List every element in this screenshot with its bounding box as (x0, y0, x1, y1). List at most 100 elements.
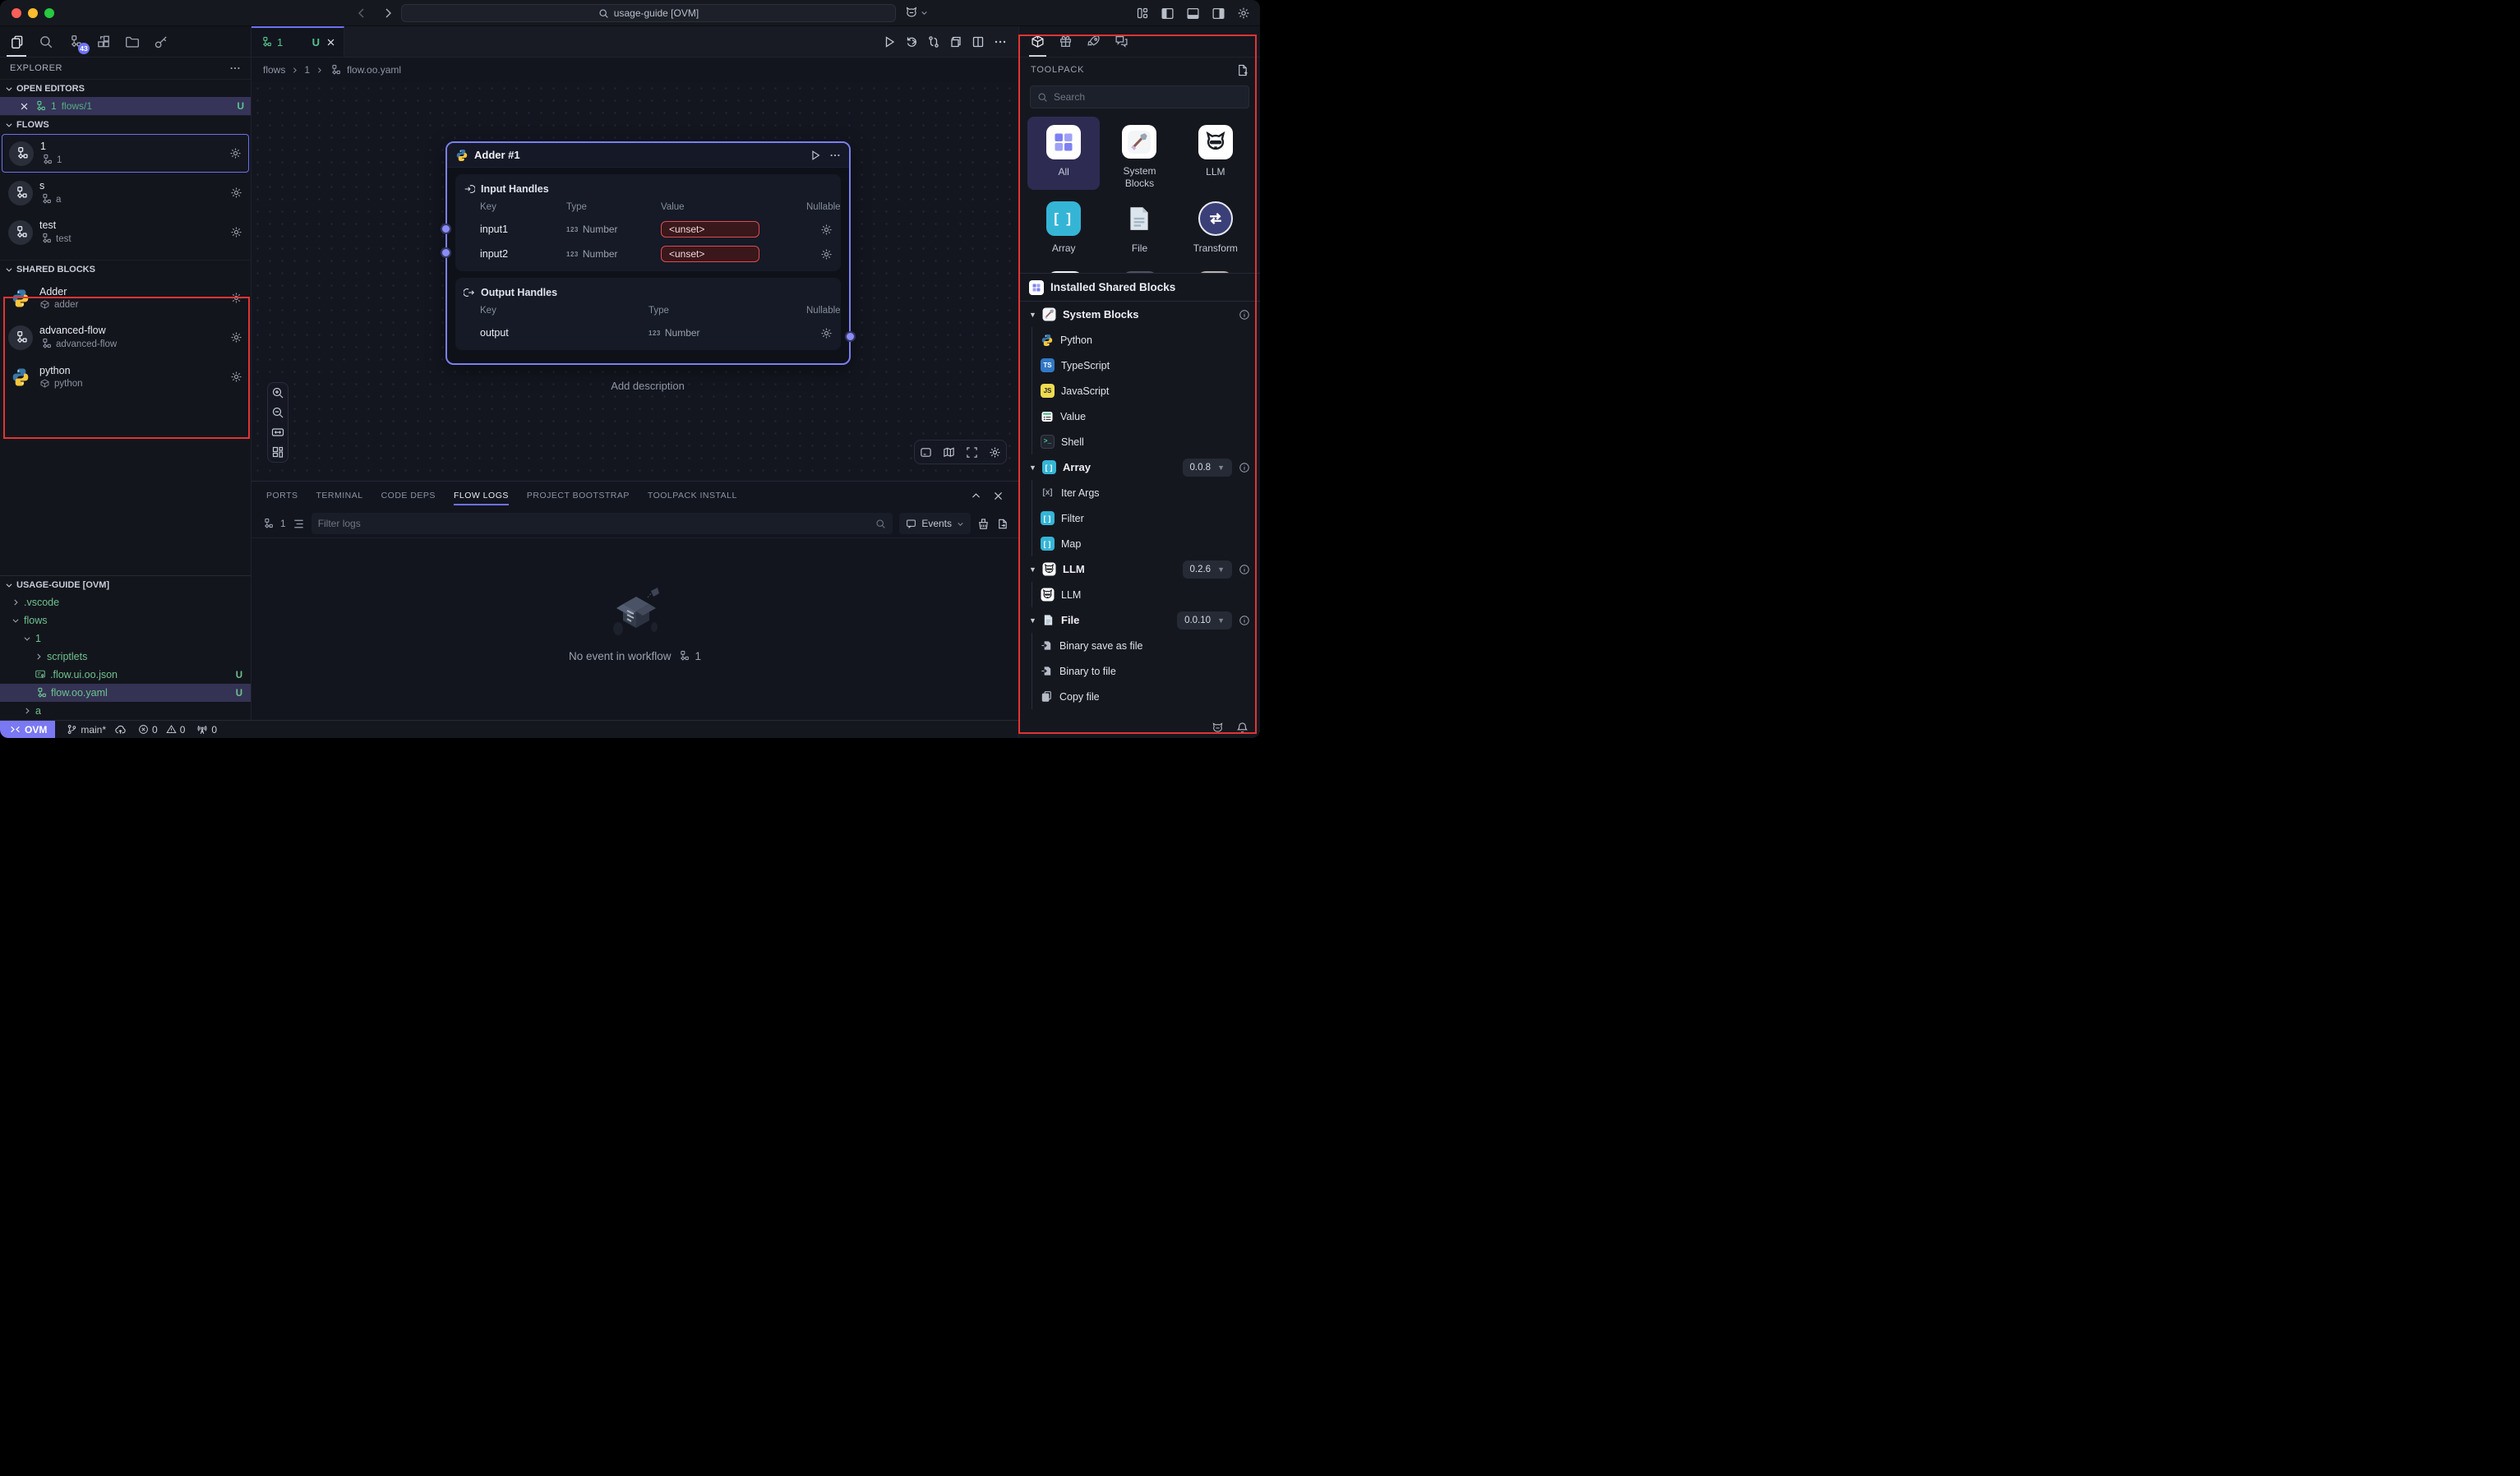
zoom-in-icon[interactable] (271, 386, 284, 399)
minimize-window-button[interactable] (28, 8, 38, 18)
flow-node-adder[interactable]: Adder #1 Input Handles Key Type Value (445, 141, 851, 365)
close-icon[interactable] (20, 102, 29, 111)
tree-item-flows[interactable]: flows (0, 611, 251, 630)
installed-block-filter[interactable]: [ ]Filter (1019, 505, 1260, 531)
collapse-arrow-icon[interactable]: ▼ (1029, 565, 1036, 574)
tree-item-.vscode[interactable]: .vscode (0, 593, 251, 611)
installed-block-value[interactable]: Value (1019, 404, 1260, 429)
tab-comments-icon[interactable] (1115, 26, 1128, 57)
version-dropdown[interactable]: 0.0.10▼ (1177, 611, 1232, 630)
flow-list-item[interactable]: 1 1 (2, 134, 249, 173)
log-list-icon[interactable] (293, 518, 305, 530)
input1-handle[interactable] (441, 224, 451, 234)
activity-search-icon[interactable] (37, 33, 55, 51)
close-panel-icon[interactable] (993, 491, 1004, 501)
shared-block-settings-gear-icon[interactable] (230, 292, 242, 304)
activity-key-icon[interactable] (152, 33, 170, 51)
breadcrumb-item[interactable]: 1 (304, 64, 310, 76)
collapse-arrow-icon[interactable]: ▼ (1029, 311, 1036, 319)
panel-tab-toolpack-install[interactable]: TOOLPACK INSTALL (648, 482, 737, 510)
clear-logs-icon[interactable] (977, 518, 990, 530)
add-description-button[interactable]: Add description (524, 380, 771, 392)
run-node-icon[interactable] (810, 150, 821, 161)
installed-block-copy-file[interactable]: Copy file (1019, 684, 1260, 709)
info-icon[interactable] (1239, 309, 1250, 321)
installed-block-typescript[interactable]: TSTypeScript (1019, 353, 1260, 378)
fullscreen-icon[interactable] (966, 446, 978, 459)
node-header[interactable]: Adder #1 (447, 143, 849, 168)
activity-flows-icon[interactable]: 43 (66, 33, 84, 51)
tree-item-1[interactable]: 1 (0, 630, 251, 648)
unset-value-field[interactable]: <unset> (661, 246, 759, 262)
customize-layout-icon[interactable] (1136, 7, 1149, 20)
split-editor-icon[interactable] (972, 35, 985, 48)
open-editors-header[interactable]: OPEN EDITORS (0, 79, 251, 97)
canvas-settings-icon[interactable] (989, 446, 1001, 459)
handle-settings-gear-icon[interactable] (820, 327, 833, 339)
shared-block-item[interactable]: python python (2, 357, 249, 396)
toolpack-tile-array[interactable]: [ ]Array (1027, 193, 1100, 266)
shared-blocks-header[interactable]: SHARED BLOCKS (0, 260, 251, 278)
sync-cloud-icon[interactable] (114, 723, 127, 736)
minimap-icon[interactable] (943, 446, 955, 459)
toggle-left-sidebar-icon[interactable] (1161, 7, 1175, 21)
info-icon[interactable] (1239, 615, 1250, 626)
export-logs-icon[interactable] (996, 518, 1008, 530)
info-icon[interactable] (1239, 462, 1250, 473)
maximize-window-button[interactable] (44, 8, 54, 18)
flow-list-item[interactable]: s a (2, 173, 249, 212)
activity-files-explorer-icon[interactable] (8, 33, 26, 51)
settings-gear-icon[interactable] (1237, 7, 1250, 20)
tree-item-flow.oo.yaml[interactable]: flow.oo.yamlU (0, 684, 251, 702)
collapse-arrow-icon[interactable]: ▼ (1029, 464, 1036, 472)
unset-value-field[interactable]: <unset> (661, 221, 759, 238)
flow-settings-gear-icon[interactable] (229, 147, 242, 159)
toolpack-tile-system-blocks[interactable]: SystemBlocks (1103, 117, 1175, 190)
shared-block-item[interactable]: Adder adder (2, 279, 249, 317)
bell-icon[interactable] (1236, 722, 1248, 734)
shared-block-item[interactable]: advanced-flow advanced-flow (2, 318, 249, 357)
toolpack-tile-llm[interactable]: LLM (1179, 117, 1252, 190)
assistant-fox-icon[interactable] (904, 5, 919, 20)
explorer-more-icon[interactable] (229, 62, 241, 74)
panel-tab-flow-logs[interactable]: FLOW LOGS (454, 482, 509, 510)
collapse-arrow-icon[interactable]: ▼ (1029, 616, 1036, 625)
panel-tab-project-bootstrap[interactable]: PROJECT BOOTSTRAP (527, 482, 630, 510)
auto-layout-icon[interactable] (271, 445, 284, 459)
toggle-panel-icon[interactable] (920, 446, 932, 459)
tab-close-icon[interactable] (326, 38, 335, 47)
new-toolpack-icon[interactable] (1236, 64, 1248, 76)
tab-rocket-icon[interactable] (1087, 26, 1101, 57)
git-branch-status[interactable]: main* (67, 723, 127, 736)
toggle-right-sidebar-icon[interactable] (1212, 7, 1225, 21)
export-flow-icon[interactable] (949, 35, 962, 48)
installed-group-system-blocks[interactable]: ▼System Blocks (1019, 302, 1260, 327)
workspace-header[interactable]: USAGE-GUIDE [OVM] (0, 575, 251, 593)
editor-more-icon[interactable] (994, 35, 1007, 48)
chevron-down-icon[interactable] (921, 9, 928, 16)
node-more-icon[interactable] (829, 150, 841, 161)
handle-settings-gear-icon[interactable] (820, 248, 833, 261)
info-icon[interactable] (1239, 564, 1250, 575)
shared-block-settings-gear-icon[interactable] (230, 331, 242, 344)
filter-logs-input[interactable]: Filter logs (312, 513, 893, 534)
tab-gift-icon[interactable] (1059, 26, 1073, 57)
history-forward-icon[interactable] (381, 7, 395, 20)
flow-settings-gear-icon[interactable] (230, 187, 242, 199)
tab-toolpack-icon[interactable] (1031, 26, 1045, 57)
history-back-icon[interactable] (355, 7, 368, 20)
installed-block-map[interactable]: [ ]Map (1019, 531, 1260, 556)
tab-flow-1[interactable]: 1 U (252, 26, 344, 57)
toggle-bottom-panel-icon[interactable] (1186, 7, 1200, 21)
compare-runs-icon[interactable] (927, 35, 940, 48)
tree-item-.flow.ui.oo.json[interactable]: .flow.ui.oo.jsonU (0, 666, 251, 684)
zoom-out-icon[interactable] (271, 406, 284, 419)
installed-group-llm[interactable]: ▼LLM0.2.6▼ (1019, 556, 1260, 582)
open-editor-item[interactable]: 1 flows/1 U (0, 97, 251, 115)
toolpack-tile-file[interactable]: File (1103, 193, 1175, 266)
flow-canvas[interactable]: Adder #1 Input Handles Key Type Value (252, 82, 1018, 481)
version-dropdown[interactable]: 0.0.8▼ (1183, 459, 1233, 477)
output-handle[interactable] (845, 331, 856, 342)
input2-handle[interactable] (441, 247, 451, 258)
installed-block-javascript[interactable]: JSJavaScript (1019, 378, 1260, 404)
